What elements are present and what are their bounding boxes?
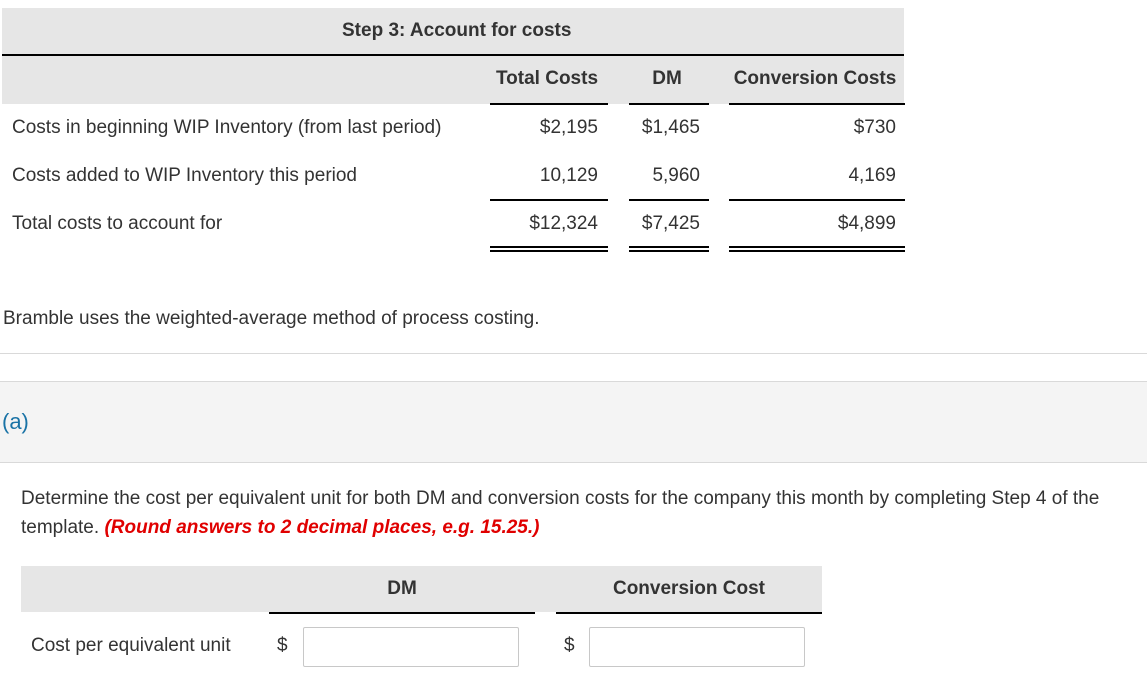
total-double-underline — [729, 246, 905, 252]
column-header-total-costs: Total Costs — [495, 68, 599, 89]
row-label: Costs in beginning WIP Inventory (from l… — [12, 117, 442, 138]
cell-total-costs: 10,129 — [539, 165, 598, 186]
cell-dm: 5,960 — [652, 165, 700, 186]
row-label: Total costs to account for — [12, 213, 223, 234]
currency-symbol: $ — [277, 635, 288, 656]
table-row-beginning-wip: Costs in beginning WIP Inventory (from l… — [2, 105, 906, 153]
cell-dm: $1,465 — [641, 117, 700, 138]
cell-total-costs: $12,324 — [529, 213, 598, 234]
part-label: (a) — [2, 409, 29, 434]
step3-header-row: Total Costs DM Conversion Costs — [2, 56, 904, 104]
answer-column-dm: DM — [387, 578, 417, 599]
column-header-dm: DM — [652, 68, 682, 89]
conversion-cost-per-unit-input[interactable] — [589, 627, 805, 667]
currency-symbol: $ — [564, 635, 575, 656]
answer-header-underline — [269, 612, 535, 614]
answer-header-underline — [556, 612, 822, 614]
step3-title-row: Step 3: Account for costs — [2, 8, 904, 56]
total-double-underline — [629, 246, 709, 252]
table-row-total-costs: Total costs to account for $12,324 $7,42… — [2, 201, 906, 249]
total-double-underline — [490, 246, 608, 252]
cell-total-costs: $2,195 — [539, 117, 598, 138]
part-a-header: (a) — [0, 381, 1147, 463]
answer-column-conversion-cost: Conversion Cost — [612, 578, 766, 599]
divider — [0, 353, 1147, 354]
answer-table-header: DM Conversion Cost — [21, 566, 822, 612]
row-label: Costs added to WIP Inventory this period — [12, 165, 357, 186]
method-note: Bramble uses the weighted-average method… — [3, 308, 540, 329]
cell-conversion-costs: $4,899 — [837, 213, 896, 234]
cell-dm: $7,425 — [641, 213, 700, 234]
step3-title: Step 3: Account for costs — [342, 20, 572, 41]
cost-per-equivalent-unit-label: Cost per equivalent unit — [31, 635, 231, 656]
rounding-instruction: (Round answers to 2 decimal places, e.g.… — [104, 517, 540, 538]
cell-conversion-costs: $730 — [853, 117, 896, 138]
table-row-costs-added: Costs added to WIP Inventory this period… — [2, 153, 906, 201]
column-header-conversion-costs: Conversion Costs — [733, 68, 897, 89]
cell-conversion-costs: 4,169 — [848, 165, 896, 186]
dm-cost-per-unit-input[interactable] — [303, 627, 519, 667]
step3-table: Step 3: Account for costs Total Costs DM… — [2, 8, 905, 252]
question-text: Determine the cost per equivalent unit f… — [21, 484, 1141, 542]
page: Step 3: Account for costs Total Costs DM… — [0, 0, 1147, 681]
